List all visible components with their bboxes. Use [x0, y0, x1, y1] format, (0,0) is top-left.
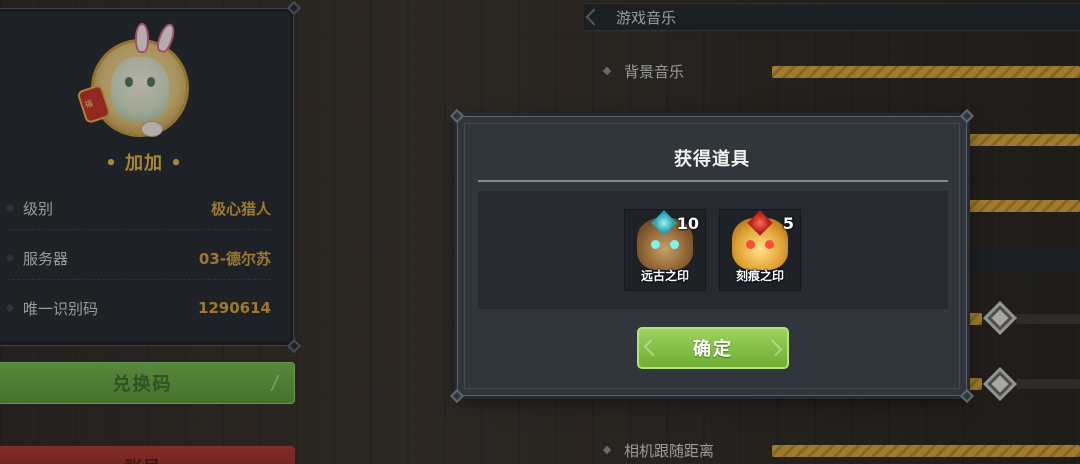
confirm-label: 确定 [693, 339, 733, 360]
item-name: 刻痕之印 [735, 269, 784, 283]
chevron-right-icon [765, 339, 783, 357]
item-name: 远古之印 [640, 269, 689, 283]
dialog-title: 获得道具 [674, 149, 750, 170]
item-count: 5 [782, 214, 794, 233]
reward-item-slot[interactable]: 10 远古之印 [624, 209, 706, 291]
item-count: 10 [676, 214, 699, 233]
confirm-button[interactable]: 确定 [637, 327, 789, 369]
chevron-left-icon [643, 339, 661, 357]
reward-dialog: 获得道具 10 远古之印 5 刻痕之印 确定 [449, 108, 975, 404]
reward-item-slot[interactable]: 5 刻痕之印 [719, 209, 801, 291]
reward-items-area: 10 远古之印 5 刻痕之印 [478, 191, 948, 309]
scar-seal-icon [732, 218, 788, 270]
title-divider [478, 180, 948, 182]
